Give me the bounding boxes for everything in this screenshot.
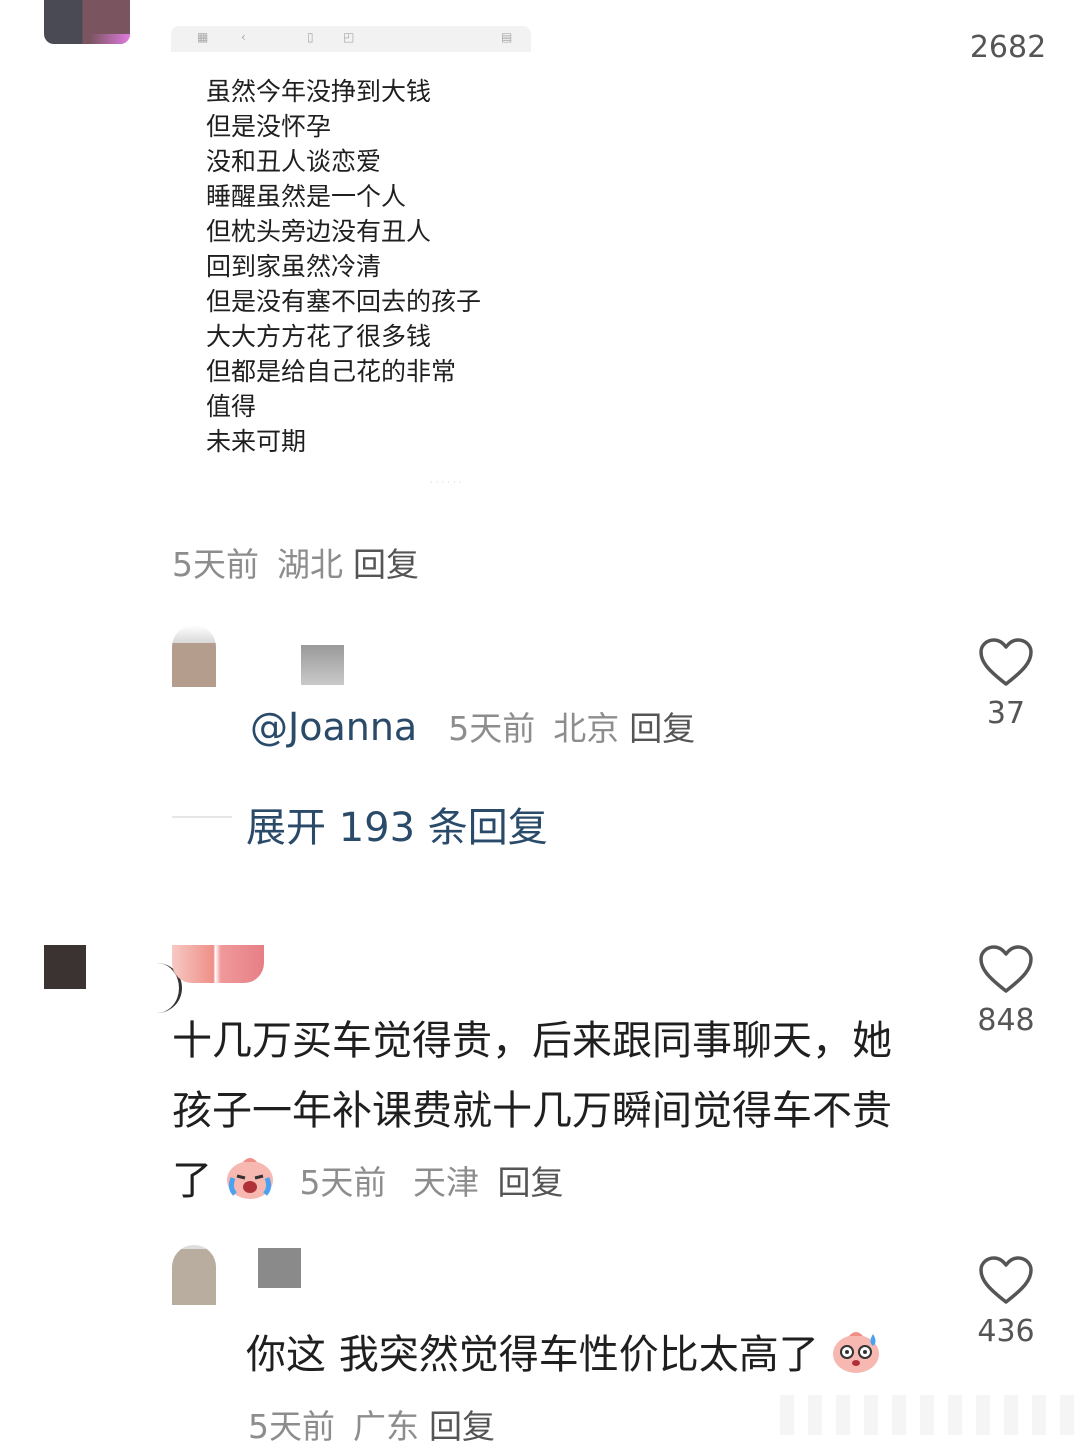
like-button[interactable]: 848 [961, 945, 1051, 1038]
menu-icon: ▤ [501, 30, 513, 44]
like-count: 436 [977, 1314, 1035, 1349]
commenter-avatar[interactable] [44, 0, 130, 44]
heart-icon [979, 1256, 1033, 1304]
reply-avatar[interactable] [172, 1245, 216, 1305]
like-button[interactable] [968, 0, 1044, 18]
reply-username-redacted[interactable] [258, 1248, 301, 1288]
image-text-line: 回到家虽然冷清 [206, 252, 382, 281]
mention-link[interactable]: @Joanna [250, 705, 417, 749]
expand-replies-button[interactable]: 展开 193 条回复 [246, 795, 548, 853]
image-text-line: 但枕头旁边没有丑人 [206, 217, 432, 246]
reply-button[interactable]: 回复 [429, 1407, 495, 1446]
image-text-line: 但是没怀孕 [206, 112, 332, 141]
commenter-avatar[interactable] [44, 945, 182, 1029]
reply-button[interactable]: 回复 [497, 1163, 563, 1202]
crying-laugh-emoji-icon [225, 1152, 275, 1222]
bottom-watermark [780, 1395, 1080, 1435]
like-button[interactable]: 37 [961, 638, 1051, 731]
image-text-line: 但是没有塞不回去的孩子 [206, 287, 482, 316]
heart-icon [968, 0, 1044, 14]
comment-location: 天津 [412, 1163, 479, 1202]
image-watermark: · · · · · · [430, 478, 462, 488]
reply-location: 北京 [553, 709, 620, 748]
reply-button[interactable]: 回复 [353, 545, 419, 584]
like-count: 37 [986, 696, 1026, 731]
embedded-image-toolbar: ▦ ‹ ▯ ◰ ▤ [171, 26, 531, 52]
comment-body: 十几万买车觉得贵，后来跟同事聊天，她孩子一年补课费就十几万瞬间觉得车不贵了 5天… [172, 1006, 902, 1222]
image-text-line: 虽然今年没挣到大钱 [206, 77, 432, 106]
heart-icon [979, 945, 1033, 993]
reply-body: 你这 我突然觉得车性价比太高了 [246, 1322, 881, 1384]
reply-button[interactable]: 回复 [629, 709, 695, 748]
image-text-line: 没和丑人谈恋爱 [206, 147, 382, 176]
expand-divider [172, 816, 232, 818]
image-text-line: 大大方方花了很多钱 [206, 322, 432, 351]
comment-time: 5天前 [299, 1163, 387, 1202]
image-text-line: 睡醒虽然是一个人 [206, 182, 407, 211]
image-text-line: 未来可期 [206, 427, 307, 456]
edit-icon: ◰ [343, 30, 355, 44]
comment-image-text[interactable]: 虽然今年没挣到大钱 但是没怀孕没和丑人谈恋爱 睡醒虽然是一个人 但枕头旁边没有丑人 回到… [206, 74, 536, 459]
image-text-line: 但都是给自己花的非常 [206, 357, 457, 386]
heart-icon [979, 638, 1033, 686]
comment-location: 湖北 [277, 545, 343, 584]
reply-location: 广东 [353, 1407, 419, 1446]
reply-username-redacted[interactable] [301, 645, 344, 685]
comment-time: 5天前 [172, 545, 259, 584]
trash-icon: ▯ [307, 30, 314, 44]
comment-meta: 5天前 湖北 回复 [172, 538, 419, 586]
like-count: 848 [977, 1003, 1035, 1038]
grid-icon: ▦ [197, 30, 209, 44]
reply-text: 你这 我突然觉得车性价比太高了 [246, 1332, 819, 1378]
reply-body: @Joanna 5天前 北京 回复 [250, 702, 695, 750]
sweating-shocked-emoji-icon [831, 1328, 881, 1384]
reply-meta: 5天前 广东 回复 [248, 1400, 495, 1448]
reply-avatar[interactable] [172, 625, 216, 687]
commenter-username-redacted[interactable] [172, 945, 264, 983]
reply-time: 5天前 [248, 1407, 335, 1446]
like-button[interactable]: 436 [961, 1256, 1051, 1349]
back-icon: ‹ [241, 30, 246, 44]
reply-time: 5天前 [448, 709, 536, 748]
like-count: 2682 [969, 30, 1047, 65]
image-text-line: 值得 [206, 392, 257, 421]
